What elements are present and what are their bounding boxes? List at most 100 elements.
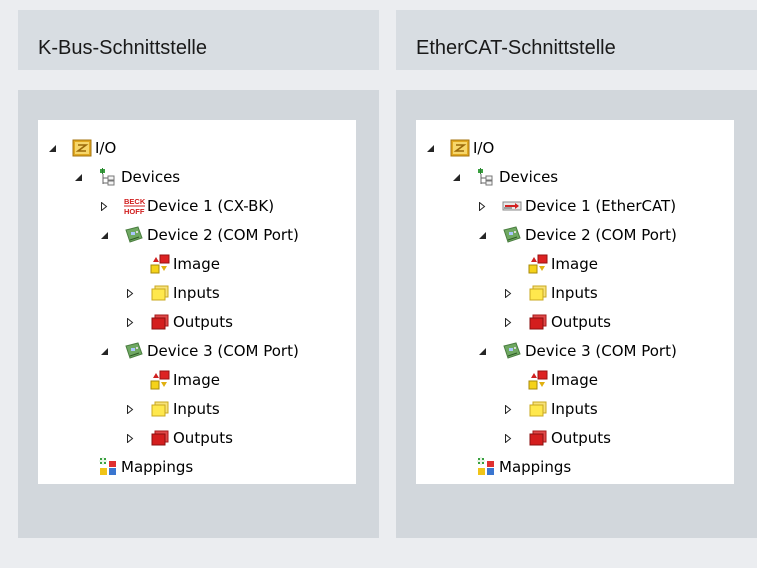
collapsed-arrow-icon[interactable] — [100, 193, 110, 219]
beckhoff-logo-icon: BECK HOFF — [124, 196, 146, 216]
com-port-card-icon — [124, 225, 144, 245]
outputs-icon — [150, 428, 170, 448]
collapsed-arrow-icon[interactable] — [126, 280, 136, 306]
outputs-icon — [150, 312, 170, 332]
tree-item-image[interactable]: Image — [416, 367, 734, 393]
outputs-icon — [528, 428, 548, 448]
tree-item-inputs[interactable]: Inputs — [38, 280, 356, 306]
tree-item-label: Inputs — [551, 284, 598, 302]
devices-tree-icon — [476, 167, 496, 187]
svg-text:HOFF: HOFF — [124, 207, 145, 216]
tree-item-outputs[interactable]: Outputs — [416, 425, 734, 451]
devices-tree-icon — [98, 167, 118, 187]
tree-item-label: Devices — [499, 168, 559, 186]
inputs-icon — [528, 399, 548, 419]
tree-item-label: Device 1 (EtherCAT) — [525, 197, 677, 215]
tree-item-label: Mappings — [121, 458, 194, 476]
io-folder-icon — [72, 138, 92, 158]
tree-item-label: Device 3 (COM Port) — [525, 342, 677, 360]
com-port-card-icon — [502, 225, 522, 245]
tree-item-device-3-com-port[interactable]: Device 3 (COM Port) — [38, 338, 356, 364]
expanded-arrow-icon[interactable] — [48, 135, 58, 161]
inputs-icon — [150, 283, 170, 303]
tree-item-inputs[interactable]: Inputs — [38, 396, 356, 422]
collapsed-arrow-icon[interactable] — [504, 425, 514, 451]
tree-item-outputs[interactable]: Outputs — [416, 309, 734, 335]
tree-item-label: Outputs — [551, 313, 611, 331]
tree-item-label: Inputs — [551, 400, 598, 418]
com-port-card-icon — [502, 341, 522, 361]
tree-item-devices[interactable]: Devices — [38, 164, 356, 190]
tree-item-device-2-com-port[interactable]: Device 2 (COM Port) — [416, 222, 734, 248]
inputs-icon — [528, 283, 548, 303]
expanded-arrow-icon[interactable] — [426, 135, 436, 161]
column-header-ethercat: EtherCAT-Schnittstelle — [396, 10, 757, 70]
collapsed-arrow-icon[interactable] — [126, 396, 136, 422]
tree-item-label: Image — [551, 371, 598, 389]
outputs-icon — [528, 312, 548, 332]
collapsed-arrow-icon[interactable] — [504, 280, 514, 306]
tree-view-ethercat[interactable]: I/O Devices Device 1 (EtherCAT) Device 2 (C… — [416, 120, 734, 484]
tree-item-device-1-cx-bk[interactable]: BECK HOFF Device 1 (CX-BK) — [38, 193, 356, 219]
tree-view-kbus[interactable]: I/O Devices BECK HOFF Device 1 (CX-BK) Device… — [38, 120, 356, 484]
com-port-card-icon — [124, 341, 144, 361]
tree-item-inputs[interactable]: Inputs — [416, 396, 734, 422]
mappings-icon — [476, 457, 496, 477]
inputs-icon — [150, 399, 170, 419]
tree-item-label: Image — [551, 255, 598, 273]
tree-item-device-3-com-port[interactable]: Device 3 (COM Port) — [416, 338, 734, 364]
collapsed-arrow-icon[interactable] — [504, 309, 514, 335]
tree-item-label: Inputs — [173, 284, 220, 302]
tree-item-label: Image — [173, 255, 220, 273]
collapsed-arrow-icon[interactable] — [478, 193, 488, 219]
tree-item-label: Outputs — [551, 429, 611, 447]
expanded-arrow-icon[interactable] — [100, 222, 110, 248]
tree-item-image[interactable]: Image — [38, 251, 356, 277]
tree-item-mappings[interactable]: Mappings — [38, 454, 356, 480]
tree-item-label: Devices — [121, 168, 181, 186]
image-icon — [150, 370, 170, 390]
expanded-arrow-icon[interactable] — [100, 338, 110, 364]
expanded-arrow-icon[interactable] — [452, 164, 462, 190]
image-icon — [528, 370, 548, 390]
svg-text:BECK: BECK — [124, 197, 146, 206]
collapsed-arrow-icon[interactable] — [504, 396, 514, 422]
expanded-arrow-icon[interactable] — [478, 338, 488, 364]
tree-item-device-1-ethercat[interactable]: Device 1 (EtherCAT) — [416, 193, 734, 219]
tree-item-image[interactable]: Image — [416, 251, 734, 277]
tree-item-label: Device 1 (CX-BK) — [147, 197, 275, 215]
expanded-arrow-icon[interactable] — [478, 222, 488, 248]
image-icon — [528, 254, 548, 274]
tree-item-label: Device 2 (COM Port) — [525, 226, 677, 244]
tree-item-label: Outputs — [173, 429, 233, 447]
column-body-ethercat: I/O Devices Device 1 (EtherCAT) Device 2 (C… — [396, 90, 757, 538]
tree-item-label: I/O — [473, 139, 495, 157]
mappings-icon — [98, 457, 118, 477]
tree-item-label: I/O — [95, 139, 117, 157]
expanded-arrow-icon[interactable] — [74, 164, 84, 190]
tree-item-label: Image — [173, 371, 220, 389]
column-header-kbus: K-Bus-Schnittstelle — [18, 10, 379, 70]
tree-item-label: Device 2 (COM Port) — [147, 226, 299, 244]
tree-item-label: Device 3 (COM Port) — [147, 342, 299, 360]
tree-item-image[interactable]: Image — [38, 367, 356, 393]
collapsed-arrow-icon[interactable] — [126, 309, 136, 335]
tree-item-label: Inputs — [173, 400, 220, 418]
tree-item-i-o[interactable]: I/O — [38, 135, 356, 161]
column-title: K-Bus-Schnittstelle — [38, 37, 207, 59]
column-title: EtherCAT-Schnittstelle — [416, 37, 616, 59]
tree-item-mappings[interactable]: Mappings — [416, 454, 734, 480]
tree-item-i-o[interactable]: I/O — [416, 135, 734, 161]
column-body-kbus: I/O Devices BECK HOFF Device 1 (CX-BK) Device… — [18, 90, 379, 538]
tree-item-label: Mappings — [499, 458, 572, 476]
collapsed-arrow-icon[interactable] — [126, 425, 136, 451]
tree-item-label: Outputs — [173, 313, 233, 331]
tree-item-device-2-com-port[interactable]: Device 2 (COM Port) — [38, 222, 356, 248]
tree-item-outputs[interactable]: Outputs — [38, 425, 356, 451]
tree-item-outputs[interactable]: Outputs — [38, 309, 356, 335]
tree-item-inputs[interactable]: Inputs — [416, 280, 734, 306]
ethercat-icon — [502, 196, 522, 216]
image-icon — [150, 254, 170, 274]
tree-item-devices[interactable]: Devices — [416, 164, 734, 190]
io-folder-icon — [450, 138, 470, 158]
